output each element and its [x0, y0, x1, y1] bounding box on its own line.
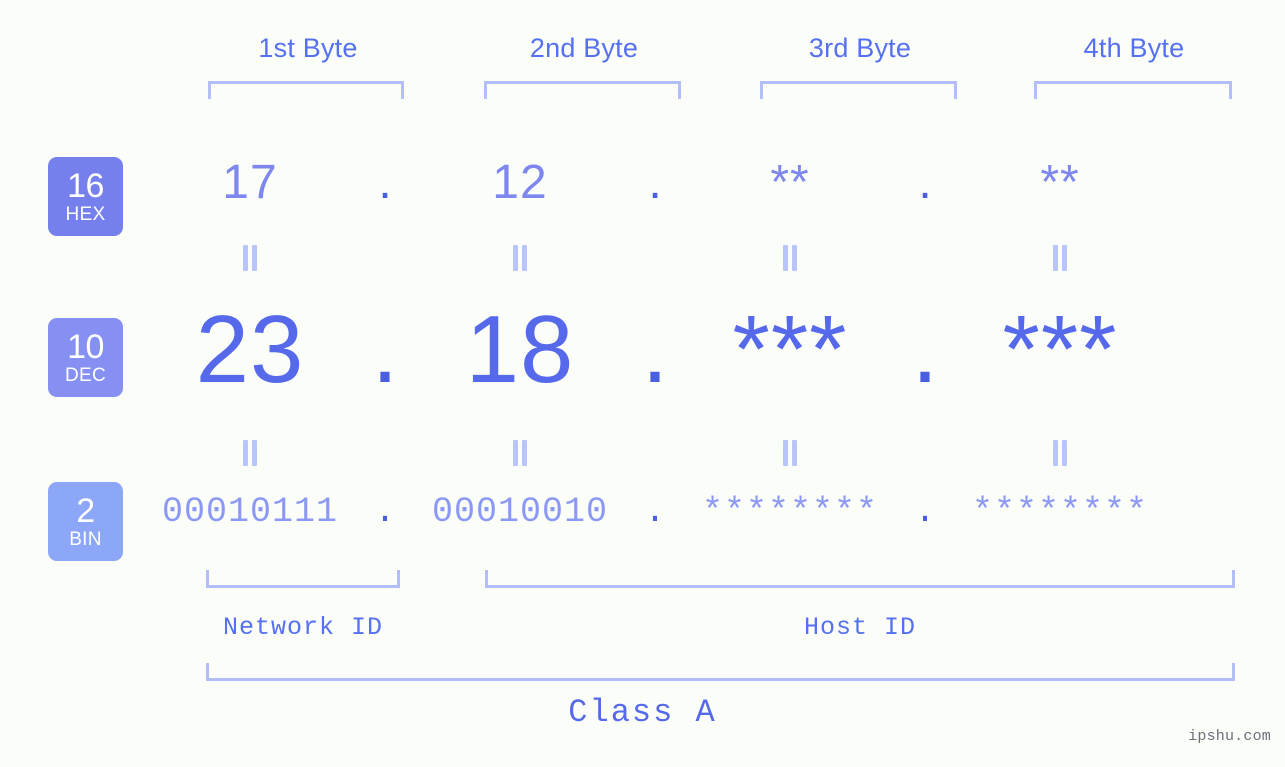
dec-separator-3: . [911, 296, 939, 403]
byte-header-3: 3rd Byte [808, 33, 912, 63]
dec-byte-4: *** [1002, 296, 1118, 403]
bin-byte-1: 00010111 [161, 492, 339, 532]
equality-row-hex-dec [150, 245, 1260, 271]
equals-icon [1052, 440, 1068, 466]
base-badge-dec-number: 10 [67, 328, 104, 366]
ip-breakdown-diagram: 1st Byte 2nd Byte 3rd Byte 4th Byte 16 H… [0, 0, 1285, 767]
dec-byte-2: 18 [465, 296, 575, 403]
byte-bracket-2 [484, 81, 681, 99]
base-badge-dec-name: DEC [64, 365, 106, 386]
bin-separator-1: . [374, 492, 396, 532]
byte-header-4: 4th Byte [1083, 33, 1185, 63]
host-id-bracket [485, 570, 1235, 588]
byte-header-1: 1st Byte [258, 33, 358, 63]
hex-byte-3: ** [770, 156, 810, 209]
bin-value-row: 00010111 . 00010010 . ******** . *******… [150, 492, 1260, 552]
base-badge-hex-number: 16 [67, 167, 104, 205]
hex-byte-4: ** [1040, 156, 1080, 209]
host-id-label: Host ID [803, 613, 917, 642]
bin-separator-3: . [914, 492, 936, 532]
network-id-bracket [206, 570, 400, 588]
dec-byte-1: 23 [195, 296, 305, 403]
bin-byte-3: ******** [701, 492, 879, 532]
bin-byte-2: 00010010 [431, 492, 609, 532]
base-badge-bin-number: 2 [76, 492, 95, 530]
base-badge-bin[interactable]: 2 BIN [48, 482, 123, 561]
hex-separator-1: . [378, 156, 392, 209]
equals-icon [242, 245, 258, 271]
hex-value-row: 17 . 12 . ** . ** [150, 155, 1260, 225]
byte-header-2: 2nd Byte [529, 33, 639, 63]
dec-value-row: 23 . 18 . *** . *** [150, 295, 1260, 405]
equals-icon [1052, 245, 1068, 271]
class-label: Class A [568, 694, 717, 731]
network-id-label: Network ID [222, 613, 384, 642]
base-badge-dec[interactable]: 10 DEC [48, 318, 123, 397]
dec-separator-1: . [371, 296, 399, 403]
hex-separator-2: . [648, 156, 662, 209]
bin-byte-4: ******** [971, 492, 1149, 532]
class-bracket [206, 663, 1235, 681]
base-badge-bin-name: BIN [69, 529, 102, 550]
hex-byte-1: 17 [222, 156, 278, 209]
base-badge-hex[interactable]: 16 HEX [48, 157, 123, 236]
dec-separator-2: . [641, 296, 669, 403]
hex-byte-2: 12 [492, 156, 548, 209]
equals-icon [512, 245, 528, 271]
equals-icon [242, 440, 258, 466]
byte-bracket-4 [1034, 81, 1232, 99]
base-badge-hex-name: HEX [65, 204, 106, 225]
bin-separator-2: . [644, 492, 666, 532]
hex-separator-3: . [918, 156, 932, 209]
equals-icon [512, 440, 528, 466]
dec-byte-3: *** [732, 296, 848, 403]
byte-bracket-1 [208, 81, 404, 99]
equals-icon [782, 245, 798, 271]
equals-icon [782, 440, 798, 466]
equality-row-dec-bin [150, 440, 1260, 466]
site-watermark: ipshu.com [1188, 728, 1271, 745]
byte-bracket-3 [760, 81, 957, 99]
